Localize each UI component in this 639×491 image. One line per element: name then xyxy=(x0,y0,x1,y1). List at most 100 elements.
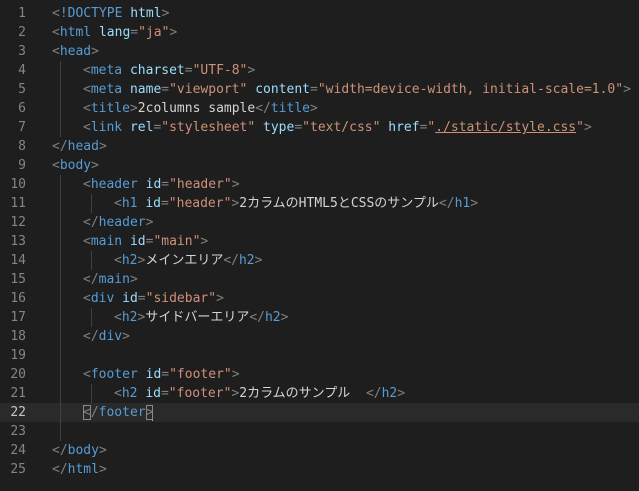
code-line[interactable]: 19 xyxy=(0,346,639,365)
code-line[interactable]: 10 <header id="header"> xyxy=(0,175,639,194)
code-token: = xyxy=(294,120,303,135)
code-token: id xyxy=(145,386,161,401)
indent-guide xyxy=(60,80,61,99)
code-token: > xyxy=(200,234,209,249)
code-line[interactable]: 1 <!DOCTYPE html> xyxy=(0,4,639,23)
code-token: サイドバーエリア xyxy=(145,310,250,325)
code-token: = xyxy=(161,367,170,382)
code-token: = xyxy=(161,82,170,97)
code-token: title xyxy=(270,101,310,116)
indent-guide xyxy=(60,232,61,251)
code-token: "ja" xyxy=(138,25,170,40)
code-line[interactable]: 8 </head> xyxy=(0,137,639,156)
code-text: <h2>メインエリア</h2> xyxy=(114,251,262,270)
code-line[interactable]: 15 </main> xyxy=(0,270,639,289)
code-editor[interactable]: 1 <!DOCTYPE html> 2 <html lang="ja"> 3 <head>… xyxy=(0,4,639,491)
code-line[interactable]: 24 </body> xyxy=(0,441,639,460)
code-line[interactable]: 12 </header> xyxy=(0,213,639,232)
code-token: </ xyxy=(249,310,265,325)
code-token: > xyxy=(310,101,318,116)
code-token: > xyxy=(161,6,170,21)
code-token: type xyxy=(263,120,295,135)
line-number: 16 xyxy=(10,291,26,306)
code-token: !DOCTYPE xyxy=(59,6,123,21)
code-line[interactable]: 21 <h2 id="footer">2カラムのサンプル </h2> xyxy=(0,384,639,403)
code-token: id xyxy=(145,367,162,382)
code-token: "stylesheet" xyxy=(161,120,256,135)
code-token: > xyxy=(280,310,289,325)
code-line[interactable]: 3 <head> xyxy=(0,42,639,61)
code-line[interactable]: 7 <link rel="stylesheet" type="text/css" … xyxy=(0,118,639,137)
code-token: "text/css" xyxy=(302,120,381,135)
code-token: / xyxy=(90,405,99,420)
code-line[interactable]: 16 <div id="sidebar"> xyxy=(0,289,639,308)
indent-guide xyxy=(91,251,92,270)
indent-guide xyxy=(60,327,61,346)
code-token: "main" xyxy=(153,234,201,249)
code-token: > xyxy=(583,120,592,135)
indent-guide xyxy=(91,194,92,213)
code-token: ./static/style.css xyxy=(435,120,577,135)
code-line[interactable]: 14 <h2>メインエリア</h2> xyxy=(0,251,639,270)
code-token: = xyxy=(160,386,169,401)
line-number: 4 xyxy=(18,63,26,78)
indent-guide xyxy=(60,270,61,289)
indent-guide xyxy=(60,175,61,194)
code-token: html xyxy=(130,6,162,21)
code-token: 2カラムのサンプル xyxy=(239,386,366,401)
code-token: = xyxy=(160,196,169,211)
code-token: </ xyxy=(52,139,68,154)
code-token: < xyxy=(83,291,91,306)
code-token: < xyxy=(83,405,91,420)
code-token: 2columns sample xyxy=(137,101,256,116)
code-text: <h2 id="footer">2カラムのサンプル </h2> xyxy=(114,384,405,403)
code-text: <h1 id="header">2カラムのHTML5とCSSのサンプル</h1> xyxy=(114,194,478,213)
code-token: > xyxy=(231,177,240,192)
code-text: </html> xyxy=(52,460,107,479)
code-line[interactable]: 20 <footer id="footer"> xyxy=(0,365,639,384)
line-number: 18 xyxy=(10,329,26,344)
code-line[interactable]: 2 <html lang="ja"> xyxy=(0,23,639,42)
code-token: "UTF-8" xyxy=(192,63,248,78)
code-token: = xyxy=(161,177,170,192)
line-number: 2 xyxy=(18,25,26,40)
code-token: > xyxy=(122,329,130,344)
code-token: > xyxy=(98,443,107,458)
code-line[interactable]: 25 </html> xyxy=(0,460,639,479)
code-line[interactable]: 18 </div> xyxy=(0,327,639,346)
code-line[interactable]: 5 <meta name="viewport" content="width=de… xyxy=(0,80,639,99)
code-token: h1 xyxy=(454,196,471,211)
code-line[interactable]: 23 xyxy=(0,422,639,441)
indent-guide xyxy=(60,346,61,365)
code-token: < xyxy=(114,386,122,401)
line-number: 15 xyxy=(10,272,26,287)
code-token: "header" xyxy=(168,196,232,211)
code-text: <div id="sidebar"> xyxy=(83,289,224,308)
line-number: 1 xyxy=(18,6,26,21)
code-token: = xyxy=(130,25,139,40)
indent-guide xyxy=(60,384,61,403)
code-token: footer xyxy=(98,405,146,420)
code-token: </ xyxy=(255,101,271,116)
code-token: header xyxy=(98,215,146,230)
code-token: < xyxy=(83,82,91,97)
line-number: 6 xyxy=(18,101,26,116)
code-text: <link rel="stylesheet" type="text/css" h… xyxy=(83,118,592,137)
code-text: <head> xyxy=(52,42,99,61)
code-token: "footer" xyxy=(169,367,232,382)
code-token: < xyxy=(114,310,122,325)
code-token: < xyxy=(52,25,60,40)
code-line[interactable]: 17 <h2>サイドバーエリア</h2> xyxy=(0,308,639,327)
code-token: "sidebar" xyxy=(145,291,217,306)
code-token: < xyxy=(52,158,60,173)
code-token: < xyxy=(114,253,122,268)
code-line[interactable]: 22 </footer> xyxy=(0,403,639,422)
code-line[interactable]: 4 <meta charset="UTF-8"> xyxy=(0,61,639,80)
code-line[interactable]: 11 <h1 id="header">2カラムのHTML5とCSSのサンプル</h… xyxy=(0,194,639,213)
code-line[interactable]: 9 <body> xyxy=(0,156,639,175)
code-token: h2 xyxy=(381,386,398,401)
code-line[interactable]: 6 <title>2columns sample</title> xyxy=(0,99,639,118)
indent-guide xyxy=(91,384,92,403)
code-line[interactable]: 13 <main id="main"> xyxy=(0,232,639,251)
